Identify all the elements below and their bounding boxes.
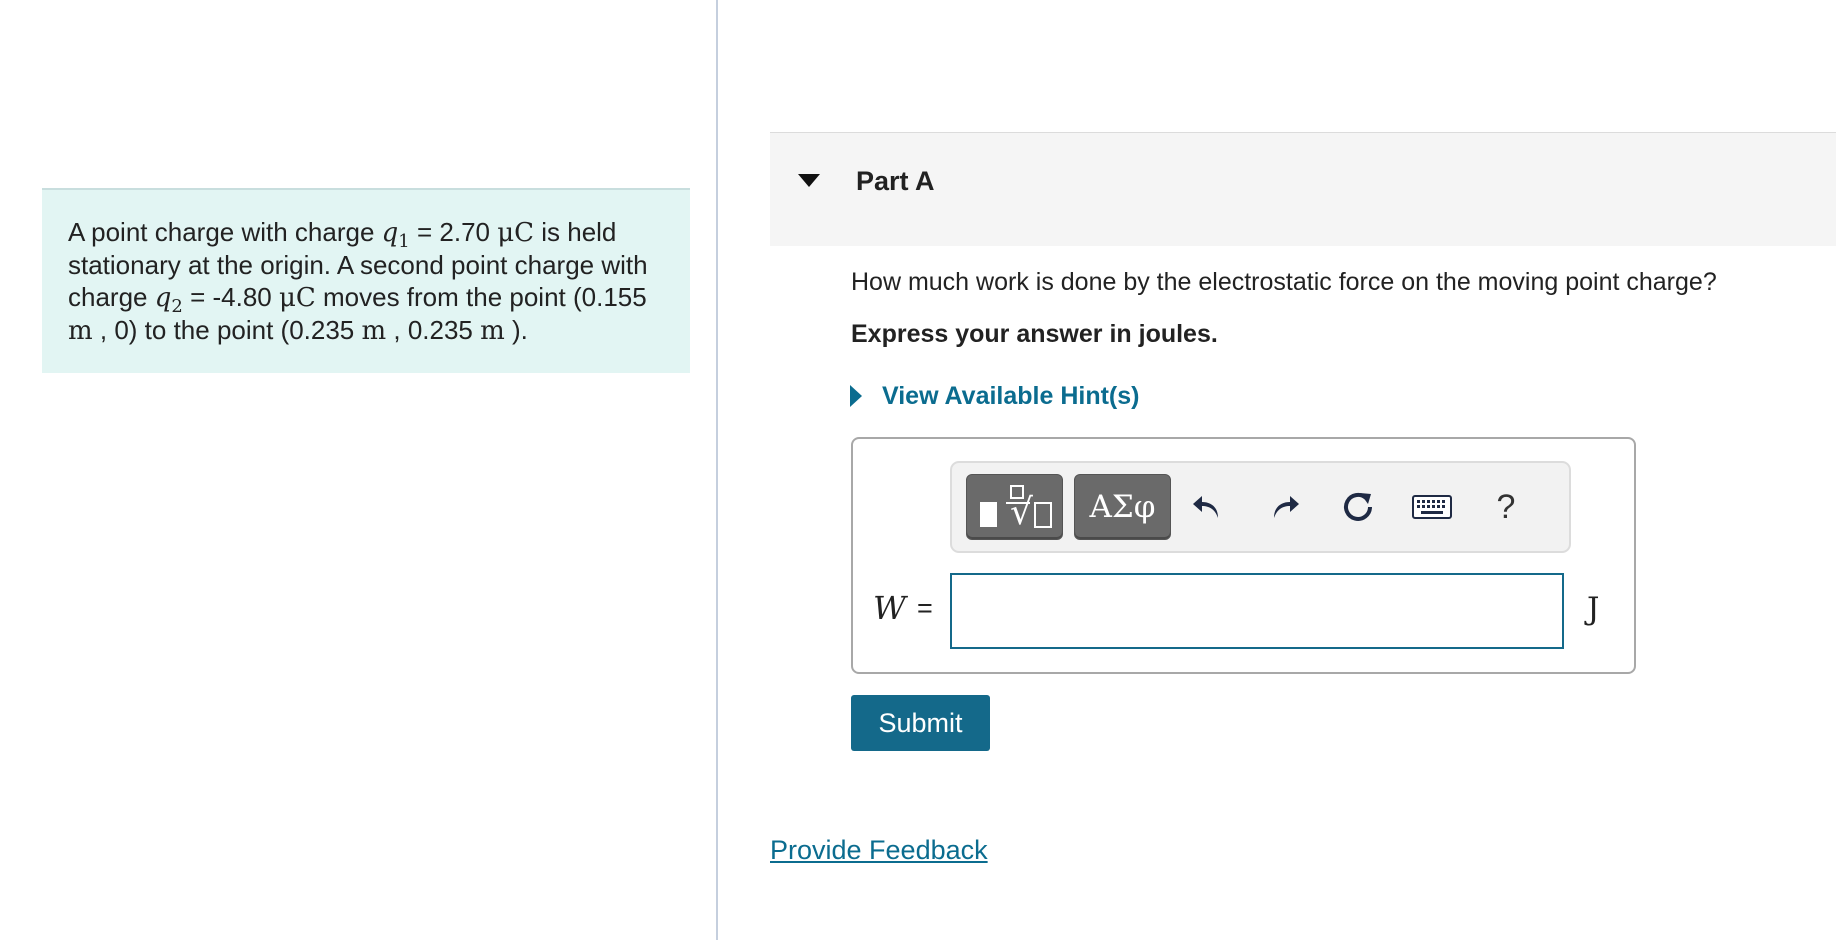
q2-unit: μC — [278, 283, 316, 313]
problem-statement: A point charge with charge q1 = 2.70 μC … — [42, 188, 690, 373]
problem-text: , 0) to the point (0.235 — [92, 315, 362, 345]
hint-link[interactable]: View Available Hint(s) — [882, 382, 1139, 411]
problem-text: , 0.235 — [386, 315, 481, 345]
unit-meter: m — [361, 316, 387, 346]
q2-value: = -4.80 — [182, 282, 279, 312]
problem-text: moves from the point (0.155 — [315, 282, 647, 312]
answer-box: √ ΑΣφ ? W = J — [851, 437, 1636, 674]
keyboard-icon — [1412, 495, 1452, 519]
symbols-icon: ΑΣφ — [1089, 489, 1156, 525]
answer-variable: W — [873, 589, 906, 627]
submit-button[interactable]: Submit — [851, 695, 990, 751]
panel-divider — [716, 0, 718, 940]
provide-feedback-link[interactable]: Provide Feedback — [770, 835, 988, 866]
q1-unit: μC — [497, 218, 535, 248]
templates-button[interactable]: √ — [966, 474, 1063, 540]
math-toolbar: √ ΑΣφ ? — [950, 461, 1571, 553]
part-title: Part A — [856, 166, 935, 196]
symbols-button[interactable]: ΑΣφ — [1074, 474, 1171, 540]
equals-sign: = — [917, 593, 933, 623]
keyboard-button[interactable] — [1408, 483, 1456, 531]
answer-unit: J — [1587, 591, 1600, 627]
question-text: How much work is done by the electrostat… — [851, 268, 1717, 296]
redo-button[interactable] — [1260, 483, 1308, 531]
view-hints-toggle[interactable]: View Available Hint(s) — [850, 380, 1139, 412]
expand-caret-icon — [850, 385, 862, 407]
unit-meter: m — [480, 316, 505, 346]
q2-symbol: q2 — [154, 283, 183, 318]
redo-icon — [1274, 496, 1299, 518]
undo-button[interactable] — [1184, 483, 1232, 531]
q1-value: = 2.70 — [409, 217, 498, 247]
problem-text: ). — [504, 315, 528, 345]
answer-instruction: Express your answer in joules. — [851, 320, 1218, 348]
page: A point charge with charge q1 = 2.70 μC … — [0, 0, 1836, 940]
part-header[interactable]: Part A — [770, 132, 1836, 246]
unit-meter: m — [68, 316, 93, 346]
answer-input[interactable] — [950, 573, 1564, 649]
help-button[interactable]: ? — [1482, 483, 1530, 531]
undo-icon — [1193, 496, 1218, 518]
collapse-caret-icon[interactable] — [798, 174, 820, 187]
q1-symbol: q1 — [381, 218, 410, 253]
reset-button[interactable] — [1334, 483, 1382, 531]
problem-text: A point charge with charge — [68, 217, 382, 247]
reset-icon — [1344, 492, 1372, 521]
help-icon: ? — [1496, 487, 1516, 526]
